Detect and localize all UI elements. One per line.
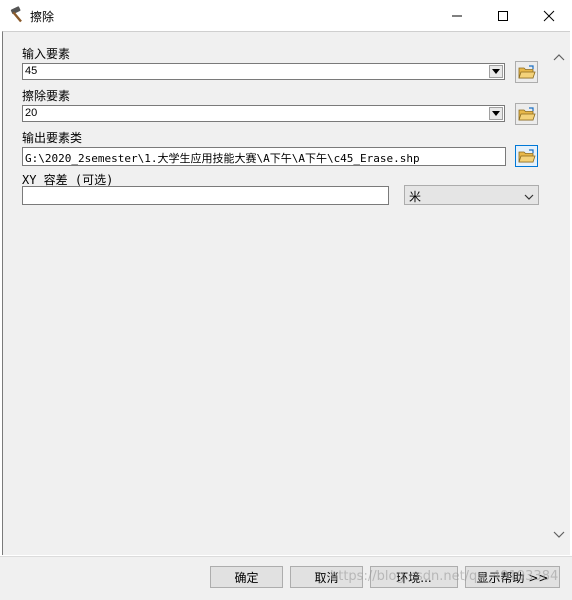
environments-button[interactable]: 环境... [370, 566, 458, 588]
dropdown-arrow-icon[interactable] [489, 107, 503, 120]
window-title: 擦除 [30, 10, 55, 24]
output-feature-class-browse-button[interactable] [515, 145, 538, 167]
erase-features-value: 20 [25, 107, 38, 119]
input-features-browse-button[interactable] [515, 61, 538, 83]
maximize-button[interactable] [480, 0, 526, 31]
open-folder-icon [517, 148, 536, 162]
input-features-label: 输入要素 [22, 47, 71, 61]
dropdown-arrow-icon[interactable] [489, 65, 503, 78]
output-feature-class-label: 输出要素类 [22, 131, 83, 145]
erase-features-combo[interactable]: 20 [22, 105, 505, 122]
erase-features-browse-button[interactable] [515, 103, 538, 125]
minimize-button[interactable] [434, 0, 480, 31]
cancel-button[interactable]: 取消 [290, 566, 363, 588]
ok-button[interactable]: 确定 [210, 566, 283, 588]
scroll-down-icon[interactable] [553, 528, 565, 542]
input-features-combo[interactable]: 45 [22, 63, 505, 80]
output-feature-class-value: G:\2020_2semester\1.大学生应用技能大赛\A下午\A下午\c4… [25, 152, 420, 165]
output-feature-class-input[interactable]: G:\2020_2semester\1.大学生应用技能大赛\A下午\A下午\c4… [22, 147, 506, 166]
scroll-up-icon[interactable] [553, 50, 565, 64]
xy-tolerance-unit-select[interactable]: 米 [404, 185, 539, 205]
open-folder-icon [517, 64, 536, 78]
close-icon [543, 10, 555, 21]
chevron-down-icon [524, 190, 534, 204]
maximize-icon [498, 10, 508, 21]
close-button[interactable] [526, 0, 572, 31]
erase-features-label: 擦除要素 [22, 89, 71, 103]
input-features-value: 45 [25, 65, 38, 77]
open-folder-icon [517, 106, 536, 120]
minimize-icon [452, 15, 462, 16]
show-help-button[interactable]: 显示帮助 >> [465, 566, 560, 588]
xy-tolerance-input[interactable] [22, 186, 389, 205]
vertical-scrollbar[interactable] [549, 40, 569, 545]
hammer-icon [8, 6, 28, 24]
title-bar: 擦除 [0, 0, 572, 31]
xy-tolerance-unit-value: 米 [409, 190, 422, 204]
